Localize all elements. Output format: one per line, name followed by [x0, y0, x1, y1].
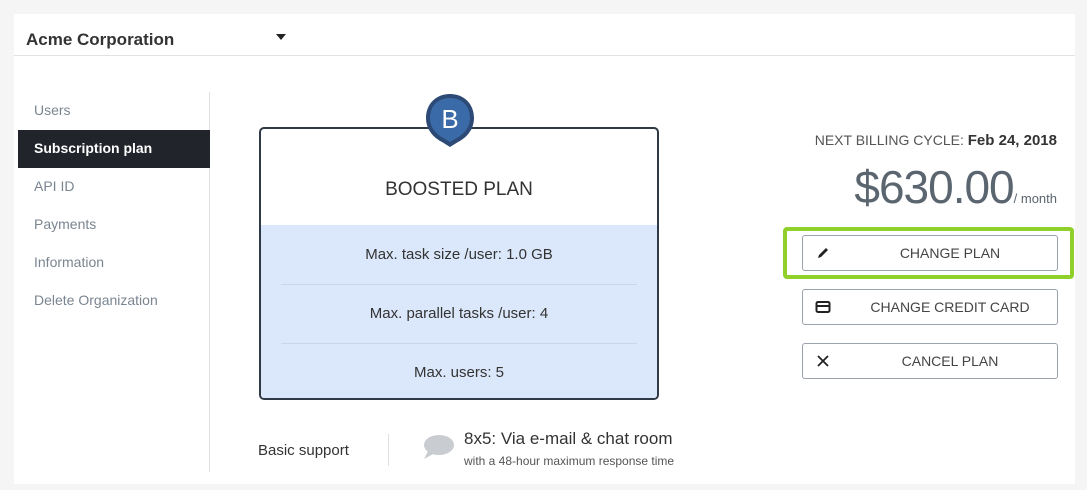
cancel-plan-label: CANCEL PLAN — [901, 353, 999, 369]
price-unit: / month — [1013, 191, 1057, 206]
support-sub-text: with a 48-hour maximum response time — [464, 454, 675, 468]
plan-badge-letter: B — [441, 104, 458, 134]
sidebar-item-information[interactable]: Information — [18, 244, 210, 282]
billing-label: NEXT BILLING CYCLE: — [814, 132, 964, 148]
change-credit-card-button[interactable]: CHANGE CREDIT CARD — [802, 289, 1058, 325]
feature-parallel-tasks: Max. parallel tasks /user: 4 — [369, 305, 549, 322]
sidebar-item-users[interactable]: Users — [18, 92, 210, 130]
cancel-plan-button[interactable]: CANCEL PLAN — [802, 343, 1058, 379]
billing-date: Feb 24, 2018 — [967, 132, 1057, 149]
sidebar-item-delete-organization[interactable]: Delete Organization — [18, 282, 210, 320]
feature-task-size: Max. task size /user: 1.0 GB — [365, 246, 553, 263]
org-header: Acme Corporation — [14, 14, 1075, 56]
plan-card: BOOSTED PLAN Max. task size /user: 1.0 G… — [259, 127, 659, 400]
sidebar-item-subscription-plan[interactable]: Subscription plan — [18, 130, 210, 168]
pencil-icon — [818, 248, 828, 258]
support-divider — [388, 434, 389, 466]
change-plan-label: CHANGE PLAN — [899, 245, 1001, 261]
price: $630.00/ month — [854, 160, 1057, 214]
support-label: Basic support — [258, 442, 349, 459]
sidebar: Users Subscription plan API ID Payments … — [18, 92, 210, 472]
change-plan-button[interactable]: CHANGE PLAN — [802, 235, 1058, 271]
close-icon — [817, 355, 829, 367]
page: Acme Corporation Users Subscription plan… — [14, 14, 1075, 484]
change-credit-card-label: CHANGE CREDIT CARD — [870, 299, 1030, 315]
org-dropdown-caret-icon[interactable] — [276, 34, 286, 40]
chat-bubble-icon — [424, 435, 454, 459]
feature-max-users: Max. users: 5 — [413, 364, 505, 381]
org-name: Acme Corporation — [26, 30, 175, 49]
support-main-text: 8x5: Via e-mail & chat room — [464, 429, 673, 448]
next-billing-cycle: NEXT BILLING CYCLE: Feb 24, 2018 — [815, 132, 1057, 149]
credit-card-icon — [815, 301, 831, 313]
sidebar-item-payments[interactable]: Payments — [18, 206, 210, 244]
sidebar-item-api-id[interactable]: API ID — [18, 168, 210, 206]
plan-badge-icon: B — [426, 94, 474, 147]
price-amount: $630.00 — [854, 161, 1014, 213]
plan-features: Max. task size /user: 1.0 GB Max. parall… — [261, 225, 657, 398]
